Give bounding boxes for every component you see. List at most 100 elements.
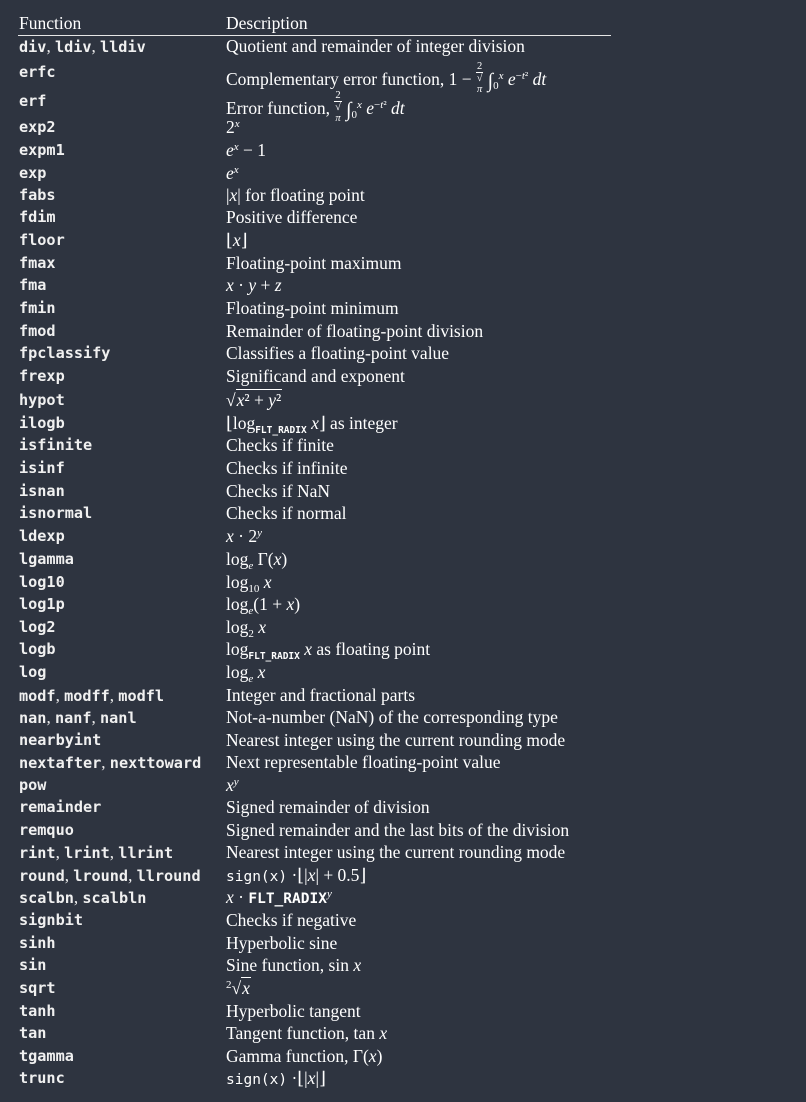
table-row: log loge x (0, 661, 806, 685)
function-description: Checks if finite (226, 435, 334, 455)
function-name: isfinite (19, 434, 92, 457)
function-name: fmin (19, 297, 56, 320)
table-row: hypot √x² + y² (0, 389, 806, 412)
function-identifier: log2 (19, 618, 56, 636)
function-description: Remainder of floating-point division (226, 321, 484, 341)
function-name: log10 (19, 571, 65, 594)
function-description: ⌊logFLT_RADIX x⌋ as integer (226, 413, 398, 436)
table-row: scalbn, scalbln x · FLT_RADIXy (0, 886, 806, 909)
function-description: Integer and fractional parts (226, 685, 416, 705)
function-name: erf (19, 90, 46, 113)
function-name: fmax (19, 252, 56, 275)
function-identifier: log (19, 663, 47, 681)
function-identifier: modfl (118, 687, 165, 705)
function-identifier: log1p (19, 595, 65, 613)
function-name: hypot (19, 389, 65, 412)
table-row: fmin Floating-point minimum (0, 297, 806, 320)
table-row: logb logFLT_RADIX x as floating point (0, 638, 806, 661)
function-identifier: frexp (19, 367, 65, 385)
function-identifier: erfc (19, 63, 56, 81)
function-identifier: remquo (19, 821, 74, 839)
function-identifier: nan (19, 709, 47, 727)
function-description: loge x (226, 662, 266, 685)
function-name: rint, lrint, llrint (19, 843, 174, 862)
function-identifier: ilogb (19, 414, 65, 432)
function-identifier: tanh (19, 1002, 56, 1020)
function-identifier: fma (19, 276, 47, 294)
table-row: tan Tangent function, tan x (0, 1022, 806, 1045)
function-description: log10 x (226, 572, 272, 595)
function-description: Checks if normal (226, 503, 347, 523)
function-description: Significand and exponent (226, 366, 405, 386)
function-description: log2 x (226, 617, 267, 640)
table-row: fmax Floating-point maximum (0, 252, 806, 275)
function-name: lgamma (19, 548, 74, 571)
function-description: Sine function, sin x (226, 955, 362, 975)
function-name: log2 (19, 616, 56, 639)
table-row: log2 log2 x (0, 616, 806, 640)
table-row: fabs |x| for floating point (0, 184, 806, 207)
function-name: remquo (19, 819, 74, 842)
function-identifier: div (19, 38, 47, 56)
function-table: Function Description div, ldiv, lldiv Quo… (0, 0, 806, 1102)
function-description: Hyperbolic tangent (226, 1001, 361, 1021)
function-identifier: hypot (19, 391, 65, 409)
table-row: div, ldiv, lldiv Quotient and remainder o… (0, 35, 806, 58)
table-row: sqrt 2√x (0, 977, 806, 1000)
function-name: log1p (19, 593, 65, 616)
function-description: Floating-point maximum (226, 253, 402, 273)
function-identifier: sinh (19, 934, 56, 952)
function-description: Checks if infinite (226, 458, 348, 478)
function-name: sin (19, 954, 46, 977)
function-description: x · 2y (226, 526, 262, 546)
function-identifier: modff (64, 687, 110, 705)
table-row: modf, modff, modfl Integer and fractional… (0, 684, 806, 707)
function-identifier: isnan (19, 482, 65, 500)
table-row: isnan Checks if NaN (0, 480, 806, 503)
table-row: fdim Positive difference (0, 206, 806, 229)
function-identifier: exp2 (19, 118, 56, 136)
table-row: log1p loge(1 + x) (0, 593, 806, 617)
function-identifier: ldiv (54, 38, 92, 56)
table-row: signbit Checks if negative (0, 909, 806, 932)
function-identifier: sin (19, 956, 47, 974)
function-identifier: fabs (19, 186, 56, 204)
function-name: floor (19, 229, 65, 252)
function-identifier: nextafter (19, 754, 102, 772)
table-row: rint, lrint, llrint Nearest integer using… (0, 841, 806, 864)
function-description: loge(1 + x) (226, 594, 301, 617)
function-identifier: log10 (19, 573, 65, 591)
table-row: floor ⌊x⌋ (0, 229, 806, 252)
function-description: Quotient and remainder of integer divisi… (226, 36, 525, 56)
function-description: 2x (226, 117, 240, 137)
function-description: xy (226, 775, 239, 795)
table-row: nearbyint Nearest integer using the curre… (0, 729, 806, 752)
function-name: div, ldiv, lldiv (19, 37, 146, 56)
function-identifier: lrint (64, 844, 110, 862)
table-row: isnormal Checks if normal (0, 502, 806, 525)
function-description: Next representable floating-point value (226, 752, 501, 772)
table-row: tanh Hyperbolic tangent (0, 1000, 806, 1023)
function-description: Signed remainder and the last bits of th… (226, 820, 570, 840)
function-identifier: llround (136, 867, 201, 885)
function-identifier: nearbyint (19, 731, 102, 749)
function-name: sqrt (19, 977, 56, 1000)
function-identifier: exp (19, 164, 47, 182)
table-row: expm1 ex − 1 (0, 139, 806, 162)
table-row: sinh Hyperbolic sine (0, 932, 806, 955)
function-identifier: tgamma (19, 1047, 74, 1065)
function-description: Classifies a floating-point value (226, 343, 450, 363)
table-row: nan, nanf, nanl Not-a-number (NaN) of the… (0, 706, 806, 729)
function-name: trunc (19, 1067, 65, 1090)
function-name: nextafter, nexttoward (19, 753, 202, 772)
table-row: exp ex (0, 162, 806, 185)
function-identifier: ldexp (19, 527, 65, 545)
table-row: ilogb ⌊logFLT_RADIX x⌋ as integer (0, 412, 806, 435)
function-identifier: sqrt (19, 979, 56, 997)
function-name: log (19, 661, 46, 684)
function-identifier: trunc (19, 1069, 65, 1087)
function-name: sinh (19, 932, 56, 955)
table-row: trunc sign(x) ·⌊|x|⌋ (0, 1067, 806, 1090)
function-description: Signed remainder of division (226, 797, 430, 817)
function-description: Tangent function, tan x (226, 1023, 388, 1043)
